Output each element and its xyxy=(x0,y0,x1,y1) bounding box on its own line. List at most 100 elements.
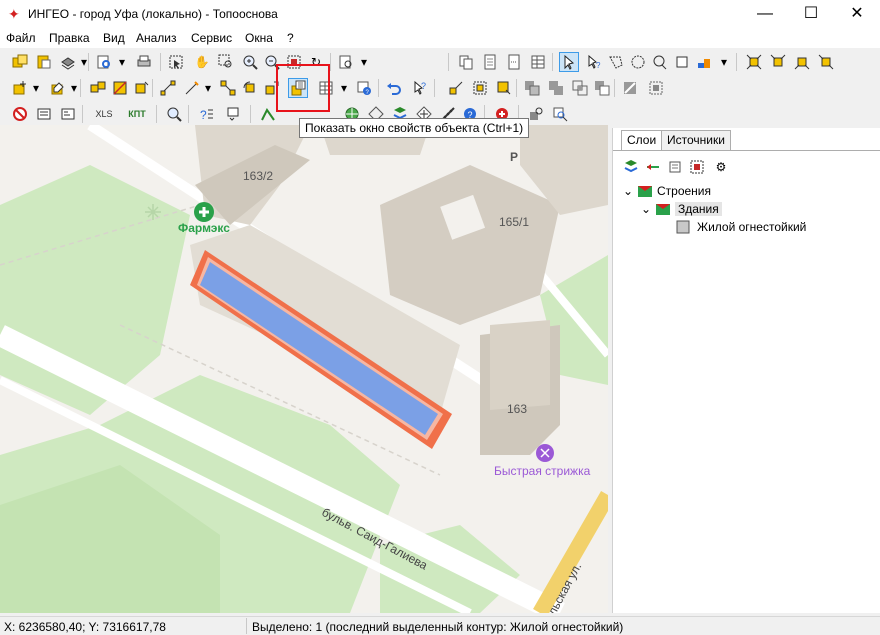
snap-edge-icon[interactable] xyxy=(792,52,812,72)
style-swatch-icon xyxy=(676,220,690,234)
tree-node-residential[interactable]: Жилой огнестойкий xyxy=(675,218,806,236)
menu-file[interactable]: Файл xyxy=(6,31,36,45)
import-kpt-button[interactable]: КПТ xyxy=(124,104,150,124)
edit-text-icon[interactable] xyxy=(34,104,54,124)
subtract-icon[interactable] xyxy=(592,78,612,98)
chevron-down-icon[interactable]: ▾ xyxy=(74,52,94,72)
vertex-edit-icon[interactable] xyxy=(158,78,178,98)
select-circle-icon[interactable] xyxy=(628,52,648,72)
print-icon[interactable] xyxy=(134,52,154,72)
chevron-down-icon[interactable]: ▾ xyxy=(26,78,46,98)
gear-icon[interactable]: ⚙ xyxy=(711,157,731,177)
query-icon[interactable]: ? xyxy=(196,104,216,124)
select-polygon-icon[interactable] xyxy=(606,52,626,72)
menu-edit[interactable]: Правка xyxy=(49,31,90,45)
help-select-icon[interactable]: ? xyxy=(410,78,430,98)
build-line-icon[interactable] xyxy=(446,78,466,98)
close-button[interactable]: ✕ xyxy=(834,0,880,28)
rotate-object-icon[interactable] xyxy=(240,78,260,98)
chevron-down-icon[interactable]: ⌄ xyxy=(623,184,637,198)
undo-icon[interactable] xyxy=(384,78,404,98)
refresh-layers-icon[interactable] xyxy=(621,157,641,177)
attributes-icon[interactable] xyxy=(58,104,78,124)
split-objects-icon[interactable] xyxy=(110,78,130,98)
menu-bar: Файл Правка Вид Анализ Сервис Окна ? xyxy=(0,28,880,48)
select-object-icon[interactable] xyxy=(672,52,692,72)
zoom-rect-icon[interactable] xyxy=(216,52,236,72)
chevron-down-icon[interactable]: ⌄ xyxy=(641,202,655,216)
document-split-icon[interactable] xyxy=(504,52,524,72)
svg-text:?: ? xyxy=(421,81,426,91)
pan-hand-icon[interactable]: ✋ xyxy=(192,52,212,72)
chevron-down-icon[interactable]: ▾ xyxy=(354,52,374,72)
menu-windows[interactable]: Окна xyxy=(245,31,273,45)
svg-text:?: ? xyxy=(596,61,601,70)
map-view[interactable]: 163/2 165/1 163 P Фармэкс Быстрая стрижк… xyxy=(0,125,608,613)
menu-view[interactable]: Вид xyxy=(103,31,125,45)
barber-label[interactable]: Быстрая стрижка xyxy=(494,464,590,478)
coords-readout: X: 6236580,40; Y: 7316617,78 xyxy=(4,620,166,634)
chevron-down-icon[interactable]: ▾ xyxy=(334,78,354,98)
snap-icon[interactable] xyxy=(744,52,764,72)
extent-object-icon[interactable] xyxy=(470,78,490,98)
style-icon[interactable] xyxy=(694,52,714,72)
chevron-down-icon[interactable]: ▾ xyxy=(64,78,84,98)
zoom-in-icon[interactable] xyxy=(240,52,260,72)
open-map-icon[interactable] xyxy=(34,52,54,72)
copy-object-icon[interactable] xyxy=(456,52,476,72)
tooltip: Показать окно свойств объекта (Ctrl+1) xyxy=(299,118,530,138)
status-bar: X: 6236580,40; Y: 7316617,78 Выделено: 1… xyxy=(0,616,880,635)
map-canvas[interactable] xyxy=(0,125,608,613)
search-icon[interactable] xyxy=(164,104,184,124)
tab-sources[interactable]: Источники xyxy=(661,130,731,150)
select-rect-icon[interactable] xyxy=(166,52,186,72)
menu-help[interactable]: ? xyxy=(287,31,294,45)
merge-objects-icon[interactable] xyxy=(88,78,108,98)
route-icon[interactable] xyxy=(258,104,278,124)
menu-analysis[interactable]: Анализ xyxy=(136,31,177,45)
parking-label: P xyxy=(510,150,519,164)
app-logo-icon: ✦ xyxy=(8,6,20,22)
frame-icon[interactable] xyxy=(646,78,666,98)
select-lasso-icon[interactable] xyxy=(650,52,670,72)
select-query-icon[interactable]: ? xyxy=(584,52,604,72)
chevron-down-icon[interactable]: ▾ xyxy=(714,52,734,72)
select-arrow-icon[interactable] xyxy=(559,52,579,72)
maximize-button[interactable]: ☐ xyxy=(788,0,834,28)
scale-icon[interactable] xyxy=(336,52,356,72)
pharmacy-label[interactable]: Фармэкс xyxy=(178,221,230,235)
minimize-button[interactable]: — xyxy=(742,0,788,28)
open-project-icon[interactable] xyxy=(10,52,30,72)
object-info-icon[interactable]: ? xyxy=(354,78,374,98)
layer-props-icon[interactable] xyxy=(665,157,685,177)
search-object-icon[interactable] xyxy=(550,104,570,124)
chevron-down-icon[interactable]: ▾ xyxy=(112,52,132,72)
tab-layers[interactable]: Слои xyxy=(621,130,663,150)
tree-node-structures[interactable]: ⌄ Строения xyxy=(623,182,711,200)
snap-center-icon[interactable] xyxy=(816,52,836,72)
document-icon[interactable] xyxy=(480,52,500,72)
build-object-icon[interactable] xyxy=(494,78,514,98)
move-layer-icon[interactable] xyxy=(643,157,663,177)
filter-icon[interactable] xyxy=(224,104,244,124)
snap-vertex-icon[interactable] xyxy=(768,52,788,72)
buildings-layer-icon xyxy=(656,204,670,215)
chevron-down-icon[interactable]: ▾ xyxy=(198,78,218,98)
export-xls-button[interactable]: XLS xyxy=(92,104,116,124)
table-icon[interactable] xyxy=(528,52,548,72)
union-icon[interactable] xyxy=(546,78,566,98)
zoom-layer-icon[interactable] xyxy=(687,157,707,177)
title-bar: ✦ ИНГЕО - город Уфа (локально) - Топоосн… xyxy=(0,0,880,28)
tree-node-buildings[interactable]: ⌄ Здания xyxy=(641,200,722,218)
move-vertex-icon[interactable] xyxy=(218,78,238,98)
preview-icon[interactable] xyxy=(94,52,114,72)
disable-icon[interactable] xyxy=(620,78,640,98)
building-label-165-1: 165/1 xyxy=(499,215,530,229)
intersect-icon[interactable] xyxy=(570,78,590,98)
overlay-icon[interactable] xyxy=(522,78,542,98)
cut-object-icon[interactable] xyxy=(132,78,152,98)
highlight-frame xyxy=(276,64,330,112)
window-title: ИНГЕО - город Уфа (локально) - Топооснов… xyxy=(28,7,278,21)
no-entry-icon[interactable] xyxy=(10,104,30,124)
menu-service[interactable]: Сервис xyxy=(191,31,232,45)
